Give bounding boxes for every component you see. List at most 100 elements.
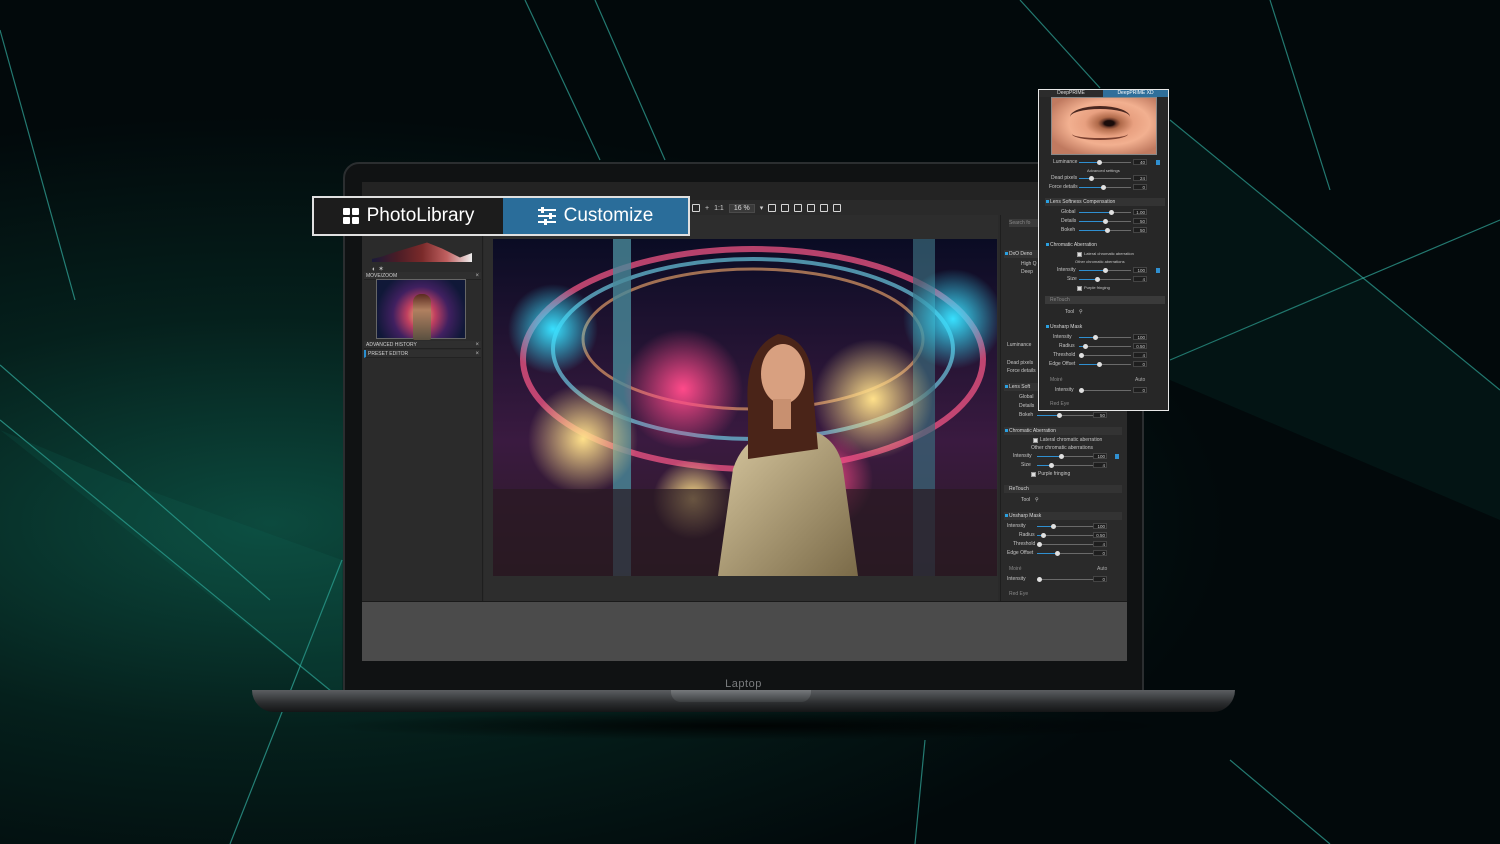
moire-intensity-value[interactable]: 0 (1093, 576, 1107, 582)
brush-icon[interactable] (820, 204, 829, 212)
straighten-icon[interactable] (768, 204, 777, 212)
section-chromatic-aberration[interactable]: Chromatic Aberration (1004, 427, 1122, 435)
zoom-select[interactable]: 16 % (728, 203, 755, 213)
force-details-label: Force details (1007, 368, 1036, 374)
photolibrary-tab[interactable]: PhotoLibrary (314, 198, 503, 234)
edge-offset-value[interactable]: 0 (1133, 361, 1147, 367)
picker-icon[interactable] (1156, 268, 1160, 273)
section-red-eye[interactable]: Red Eye (1045, 400, 1165, 408)
force-details-value[interactable]: 0 (1133, 184, 1147, 190)
moire-intensity-value[interactable]: 0 (1133, 387, 1147, 393)
moire-auto[interactable]: Auto (1097, 565, 1107, 573)
threshold-slider[interactable] (1037, 542, 1093, 547)
moire-intensity-slider[interactable] (1037, 577, 1093, 582)
um-intensity-value[interactable]: 100 (1133, 334, 1147, 340)
one-to-one-button[interactable]: 1:1 (714, 205, 724, 212)
moire-intensity-label: Intensity (1007, 576, 1026, 582)
radius-label: Radius (1019, 532, 1035, 538)
radius-value[interactable]: 0.50 (1093, 532, 1107, 538)
tool-label: Tool (1021, 497, 1031, 503)
section-retouch[interactable]: ReTouch (1004, 485, 1122, 493)
threshold-slider[interactable] (1079, 353, 1131, 358)
bokeh-value[interactable]: 50 (1093, 412, 1107, 418)
close-icon[interactable]: × (475, 350, 479, 358)
advanced-settings-toggle[interactable]: Advanced settings (1087, 167, 1120, 175)
close-icon[interactable]: × (475, 272, 479, 280)
high-quality-option[interactable]: High Q (1021, 260, 1037, 268)
tab-deepprime[interactable]: DeepPRIME (1039, 90, 1103, 97)
intensity-value[interactable]: 100 (1133, 267, 1147, 273)
main-photo[interactable] (493, 239, 997, 576)
section-moire[interactable]: Moiré (1045, 376, 1165, 384)
tab-deepprime-xd[interactable]: DeepPRIME XD (1103, 90, 1168, 97)
size-slider[interactable] (1079, 277, 1131, 282)
um-intensity-label: Intensity (1053, 334, 1072, 340)
deep-option[interactable]: Deep (1021, 268, 1033, 276)
um-intensity-value[interactable]: 100 (1093, 523, 1107, 529)
edge-offset-slider[interactable] (1079, 362, 1131, 367)
tool-link-icon[interactable]: ⚲ (1035, 496, 1039, 504)
lateral-ca-checkbox[interactable] (1077, 252, 1082, 257)
radius-slider[interactable] (1037, 533, 1093, 538)
size-value[interactable]: 4 (1093, 462, 1107, 468)
preset-editor-title[interactable]: PRESET EDITOR × (364, 350, 481, 358)
navigator-thumbnail[interactable] (376, 279, 466, 340)
size-value[interactable]: 4 (1133, 276, 1147, 282)
moire-auto[interactable]: Auto (1135, 376, 1145, 384)
grid-icon (342, 208, 359, 224)
force-details-slider[interactable] (1079, 185, 1131, 190)
purple-fringing-checkbox[interactable] (1031, 472, 1036, 477)
edge-offset-value[interactable]: 0 (1093, 550, 1107, 556)
luminance-value[interactable]: 40 (1133, 159, 1147, 165)
um-intensity-slider[interactable] (1079, 335, 1131, 340)
customize-tab[interactable]: Customize (502, 198, 688, 234)
dead-pixels-value[interactable]: 24 (1133, 175, 1147, 181)
details-value[interactable]: 50 (1133, 218, 1147, 224)
global-slider[interactable] (1079, 210, 1131, 215)
red-eye-tool-icon[interactable] (794, 204, 803, 212)
section-unsharp-mask[interactable]: Unsharp Mask (1045, 323, 1165, 331)
laptop-label: Laptop (725, 678, 762, 690)
lateral-ca-checkbox[interactable] (1033, 438, 1038, 443)
chevron-down-icon[interactable]: ▾ (760, 204, 764, 212)
section-lens-softness[interactable]: Lens Softness Compensation (1045, 198, 1165, 206)
advanced-history-title[interactable]: ADVANCED HISTORY × (364, 341, 481, 349)
section-unsharp-mask[interactable]: Unsharp Mask (1004, 512, 1122, 520)
luminance-slider[interactable] (1079, 160, 1131, 165)
picker-icon[interactable] (781, 204, 790, 212)
perspective-icon[interactable] (807, 204, 816, 212)
bokeh-value[interactable]: 50 (1133, 227, 1147, 233)
denoise-preview[interactable] (1051, 97, 1157, 155)
intensity-slider[interactable] (1079, 268, 1131, 273)
move-icon[interactable]: + (705, 205, 709, 212)
um-intensity-slider[interactable] (1037, 524, 1093, 529)
radius-value[interactable]: 0.50 (1133, 343, 1147, 349)
bokeh-label: Bokeh (1061, 227, 1076, 233)
eye-icon[interactable] (833, 204, 842, 212)
global-value[interactable]: 1.00 (1133, 209, 1147, 215)
details-slider[interactable] (1079, 219, 1131, 224)
purple-fringing-checkbox[interactable] (1077, 286, 1082, 291)
bokeh-slider[interactable] (1037, 413, 1093, 418)
bokeh-slider[interactable] (1079, 228, 1131, 233)
picker-icon[interactable] (1115, 454, 1119, 459)
edge-offset-slider[interactable] (1037, 551, 1093, 556)
close-icon[interactable]: × (475, 341, 479, 349)
section-red-eye[interactable]: Red Eye (1004, 590, 1122, 598)
crop-icon[interactable] (692, 204, 700, 212)
section-chromatic-aberration[interactable]: Chromatic Aberration (1045, 241, 1165, 249)
photo-illustration (493, 239, 997, 576)
section-retouch[interactable]: ReTouch (1045, 296, 1165, 304)
tool-link-icon[interactable]: ⚲ (1079, 308, 1083, 316)
size-slider[interactable] (1037, 463, 1093, 468)
intensity-slider[interactable] (1037, 454, 1093, 459)
intensity-value[interactable]: 100 (1093, 453, 1107, 459)
filmstrip[interactable] (362, 601, 1127, 661)
picker-icon[interactable] (1156, 160, 1160, 165)
image-viewer[interactable] (484, 215, 998, 601)
threshold-value[interactable]: 4 (1133, 352, 1147, 358)
dead-pixels-slider[interactable] (1079, 176, 1131, 181)
radius-slider[interactable] (1079, 344, 1131, 349)
threshold-value[interactable]: 4 (1093, 541, 1107, 547)
moire-intensity-slider[interactable] (1079, 388, 1131, 393)
